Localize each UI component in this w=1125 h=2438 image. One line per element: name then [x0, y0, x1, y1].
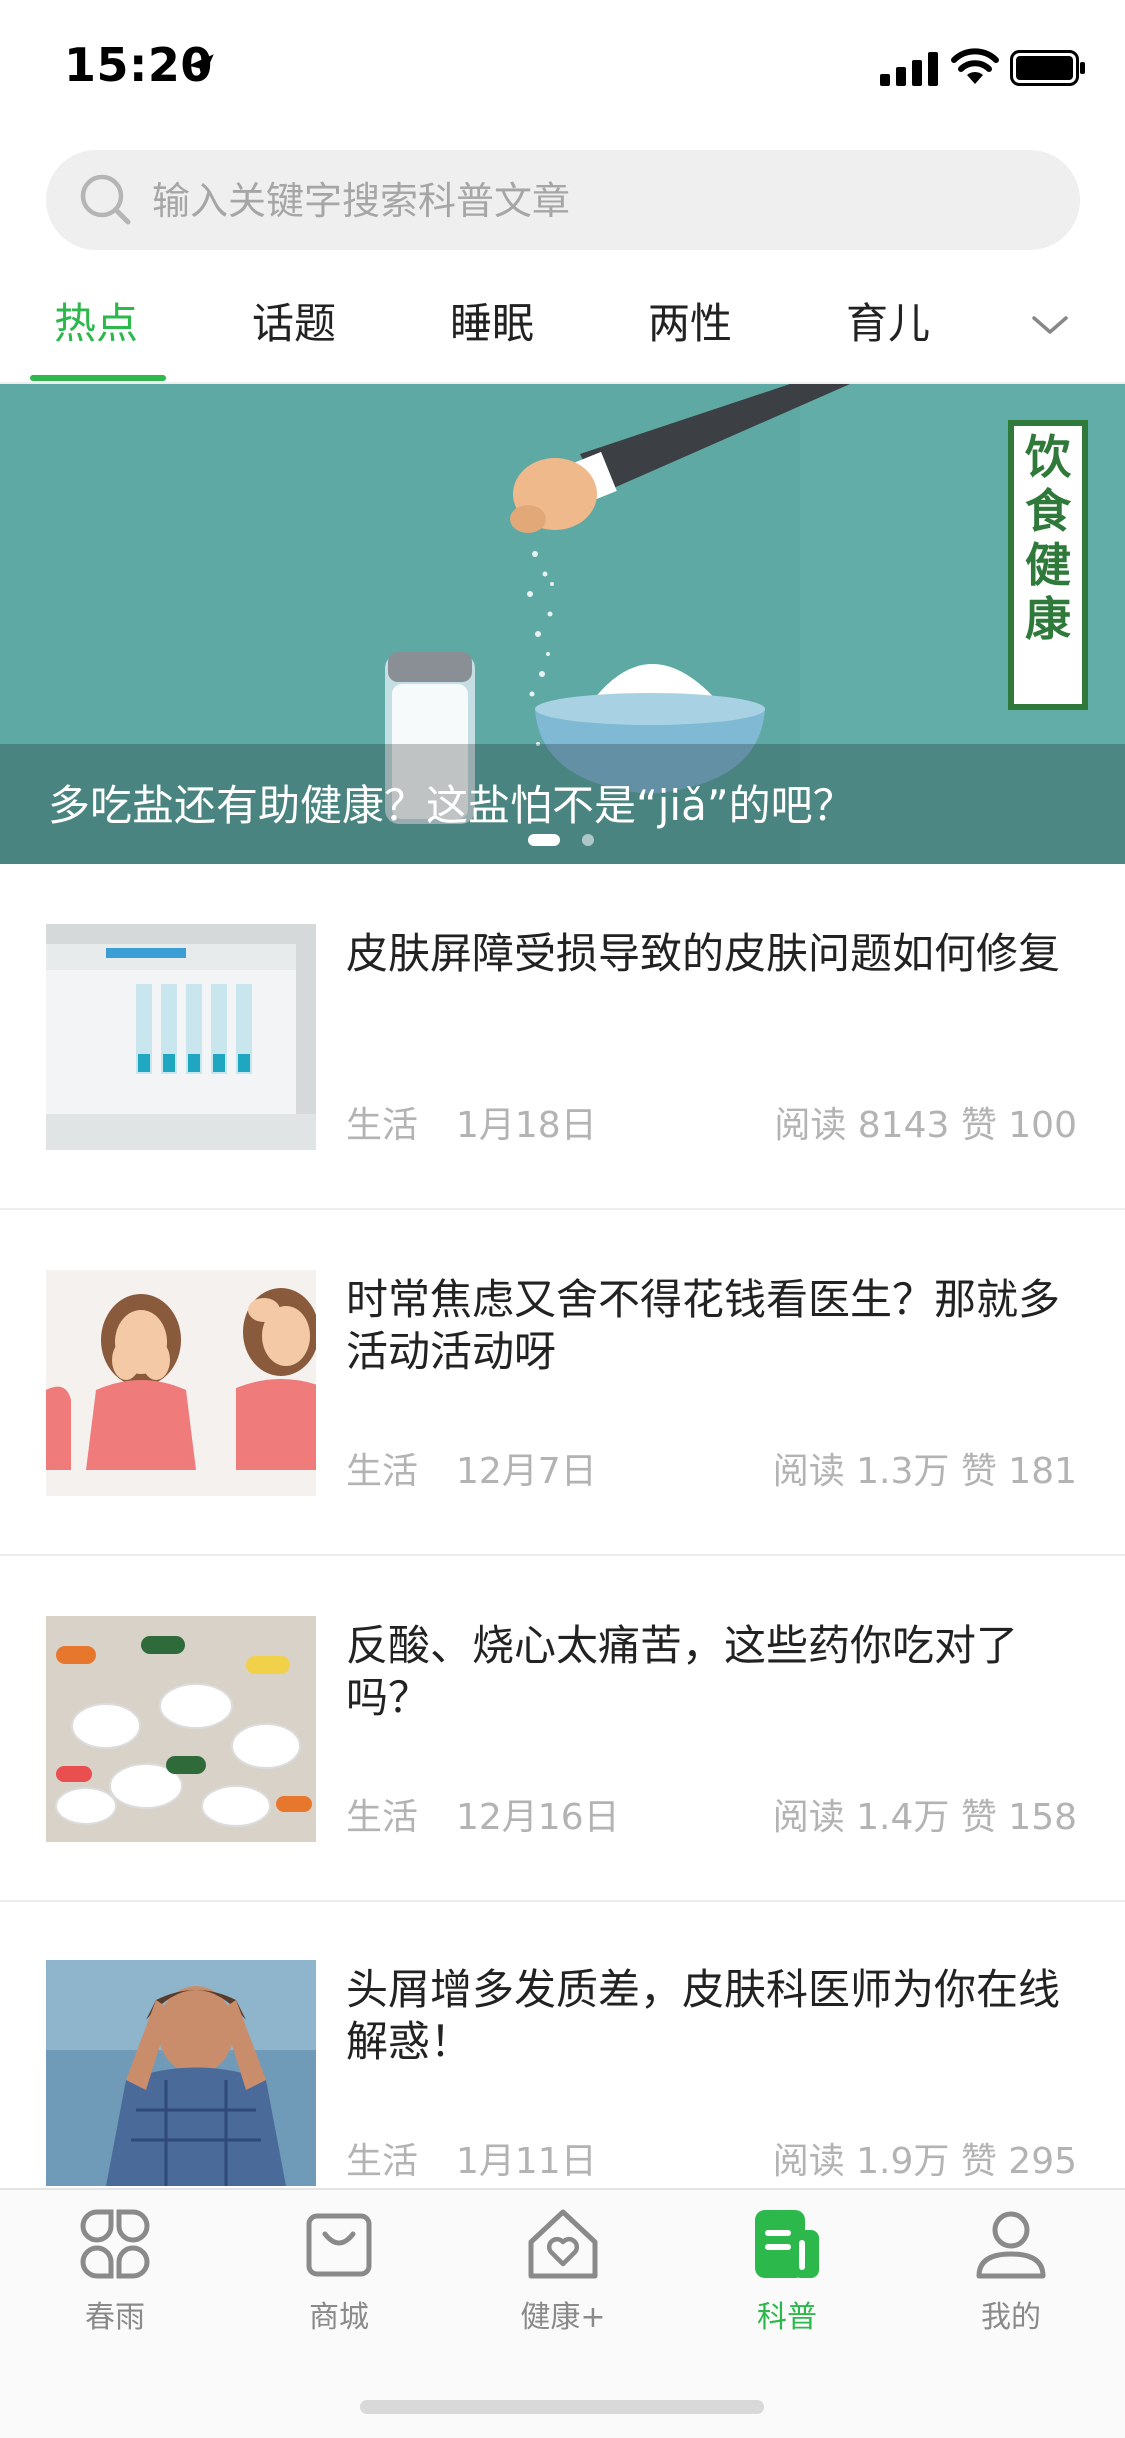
article-thumbnail: [46, 1616, 316, 1842]
article-title: 头屑增多发质差，皮肤科医师为你在线解惑！: [346, 1965, 1061, 2066]
article-category: 生活: [346, 1797, 419, 1838]
tab-sexes[interactable]: 两性: [648, 296, 732, 352]
cellular-signal-icon: [880, 52, 938, 86]
bag-icon: [306, 2213, 372, 2277]
wifi-icon: [951, 48, 999, 84]
article-date: 1月18日: [456, 1105, 597, 1146]
article-category: 生活: [346, 2141, 419, 2182]
article-date: 12月16日: [456, 1797, 620, 1838]
article-category: 生活: [346, 1451, 419, 1492]
tab-hot[interactable]: 热点: [54, 296, 138, 352]
article-icon: [755, 2210, 819, 2278]
person-icon: [976, 2211, 1046, 2279]
tabbar-item-chunyu[interactable]: 春雨: [35, 2204, 195, 2336]
tabbar-label: 春雨: [85, 2300, 145, 2335]
carousel-dot-active: [528, 834, 560, 846]
article-stats: 阅读 1.4万 赞 158: [772, 1797, 1077, 1838]
chevron-down-icon[interactable]: [1030, 308, 1070, 342]
tabbar-item-me[interactable]: 我的: [931, 2204, 1091, 2336]
tabbar-label: 健康+: [520, 2300, 606, 2335]
tabbar-label: 商城: [309, 2300, 369, 2335]
tabbar-label: 科普: [757, 2300, 817, 2335]
article-category: 生活: [346, 1105, 419, 1146]
tab-topics[interactable]: 话题: [252, 296, 336, 352]
article-thumbnail: [46, 924, 316, 1150]
battery-icon: [1010, 50, 1085, 86]
article-title: 皮肤屏障受损导致的皮肤问题如何修复: [346, 929, 1061, 978]
active-tab-indicator: [30, 375, 166, 381]
tabbar-label: 我的: [981, 2300, 1041, 2335]
banner-caption: 多吃盐还有助健康？这盐怕不是“jiǎ”的吧？: [48, 781, 855, 830]
article-stats: 阅读 1.3万 赞 181: [772, 1451, 1077, 1492]
tabbar-item-mall[interactable]: 商城: [259, 2204, 419, 2336]
tabbar-item-health-plus[interactable]: 健康+: [483, 2204, 643, 2336]
article-date: 12月7日: [456, 1451, 597, 1492]
article-date: 1月11日: [456, 2141, 597, 2182]
tab-sleep[interactable]: 睡眠: [450, 296, 534, 352]
article-stats: 阅读 8143 赞 100: [774, 1105, 1077, 1146]
tab-parenting[interactable]: 育儿: [846, 296, 930, 352]
search-icon: [80, 174, 131, 225]
article-title: 反酸、烧心太痛苦，这些药你吃对了吗？: [346, 1621, 1019, 1722]
search-placeholder: 输入关键字搜索科普文章: [152, 179, 571, 223]
house-heart-icon: [528, 2209, 598, 2279]
home-indicator[interactable]: [360, 2400, 764, 2414]
tabbar-item-science[interactable]: 科普: [707, 2204, 867, 2336]
location-arrow-icon: [188, 54, 214, 80]
carousel-dot: [582, 834, 594, 846]
banner-sign-text: 饮食健康: [1025, 430, 1071, 646]
grid-icon: [80, 2209, 150, 2279]
article-stats: 阅读 1.9万 赞 295: [772, 2141, 1077, 2182]
article-title: 时常焦虑又舍不得花钱看医生？那就多活动活动呀: [346, 1275, 1061, 1376]
article-thumbnail: [46, 1960, 316, 2186]
article-thumbnail: [46, 1270, 316, 1496]
